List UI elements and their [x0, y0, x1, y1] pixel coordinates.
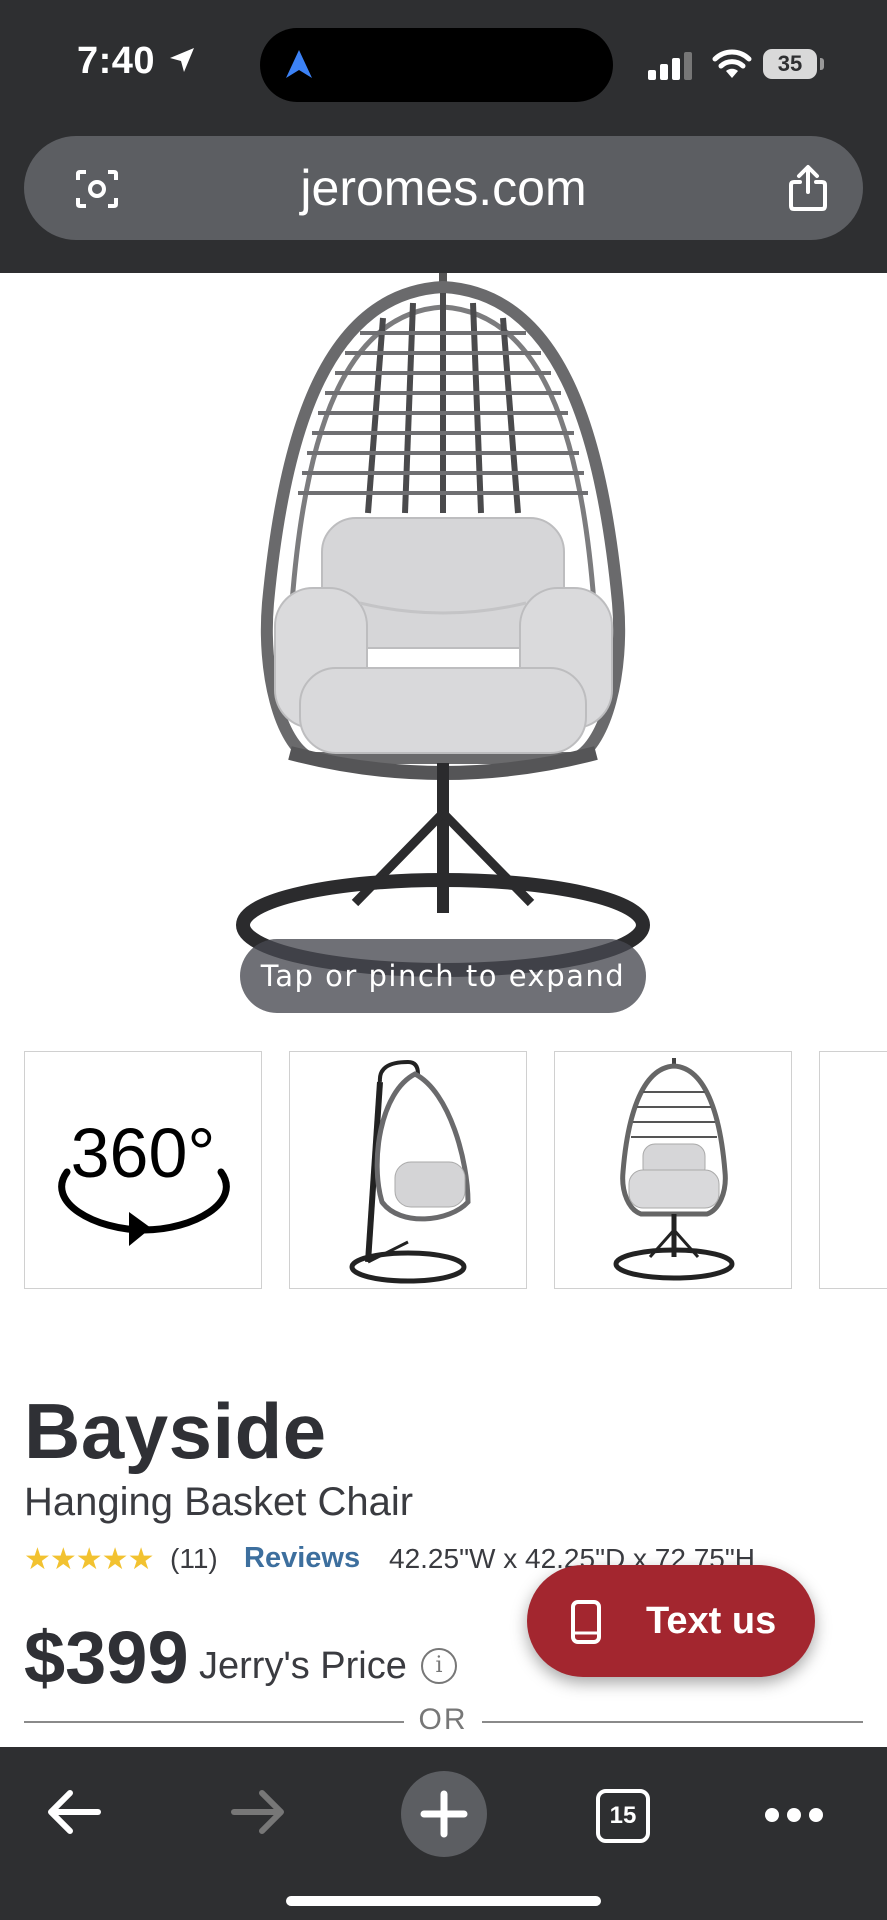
- back-arrow-icon[interactable]: [46, 1787, 102, 1837]
- more-options-icon[interactable]: [764, 1807, 824, 1823]
- info-icon[interactable]: i: [421, 1648, 457, 1684]
- thumbnail-360-view[interactable]: 360°: [24, 1051, 262, 1289]
- product-hero-image[interactable]: Tap or pinch to expand: [0, 273, 887, 1013]
- hanging-chair-illustration: [236, 273, 650, 977]
- review-count: (11): [170, 1543, 218, 1574]
- share-icon[interactable]: [786, 164, 830, 212]
- navigation-arrow-icon: [286, 50, 312, 78]
- thumbnail-partial[interactable]: [819, 1051, 887, 1289]
- or-separator: OR: [418, 1703, 468, 1736]
- url-text[interactable]: jeromes.com: [24, 136, 863, 240]
- new-tab-button[interactable]: [401, 1771, 487, 1857]
- address-bar[interactable]: jeromes.com: [24, 136, 863, 240]
- plus-icon: [420, 1790, 468, 1838]
- lens-scan-icon[interactable]: [74, 168, 120, 210]
- location-arrow-icon: [170, 48, 194, 72]
- home-indicator[interactable]: [286, 1896, 601, 1906]
- browser-bottom-toolbar: 15: [0, 1747, 887, 1920]
- expand-hint[interactable]: Tap or pinch to expand: [240, 939, 646, 1013]
- rating-stars[interactable]: ★★★★★: [24, 1542, 154, 1577]
- thumbnail-360-label: 360°: [71, 1114, 216, 1192]
- browser-top-chrome: 7:40 35 jeromes.com: [0, 0, 887, 273]
- thumbnail-front-view[interactable]: [554, 1051, 792, 1289]
- product-subtitle: Hanging Basket Chair: [24, 1480, 414, 1524]
- text-us-button[interactable]: Text us: [527, 1565, 815, 1677]
- phone-icon: [571, 1600, 601, 1644]
- cellular-signal-icon: [648, 52, 692, 80]
- dynamic-island: [260, 28, 613, 102]
- status-time: 7:40: [77, 40, 156, 82]
- price-label: Jerry's Price: [199, 1645, 407, 1687]
- tabs-button[interactable]: 15: [596, 1789, 650, 1843]
- rotate-360-icon: 360°: [58, 1114, 230, 1246]
- forward-arrow-icon[interactable]: [230, 1787, 286, 1837]
- product-price: $399: [24, 1616, 189, 1699]
- wifi-icon: [712, 49, 752, 78]
- battery-tip: [820, 58, 824, 70]
- divider-left: [24, 1721, 404, 1723]
- thumbnail-side-view[interactable]: [289, 1051, 527, 1289]
- hanging-chair-front-thumbnail: [613, 1058, 735, 1281]
- hanging-chair-side-thumbnail: [349, 1059, 471, 1284]
- thumbnail-strip[interactable]: 360°: [24, 1051, 887, 1291]
- divider-right: [482, 1721, 863, 1723]
- reviews-link[interactable]: Reviews: [244, 1542, 360, 1575]
- battery-indicator: 35: [763, 49, 817, 79]
- text-us-label: Text us: [646, 1600, 777, 1642]
- product-name: Bayside: [24, 1387, 327, 1475]
